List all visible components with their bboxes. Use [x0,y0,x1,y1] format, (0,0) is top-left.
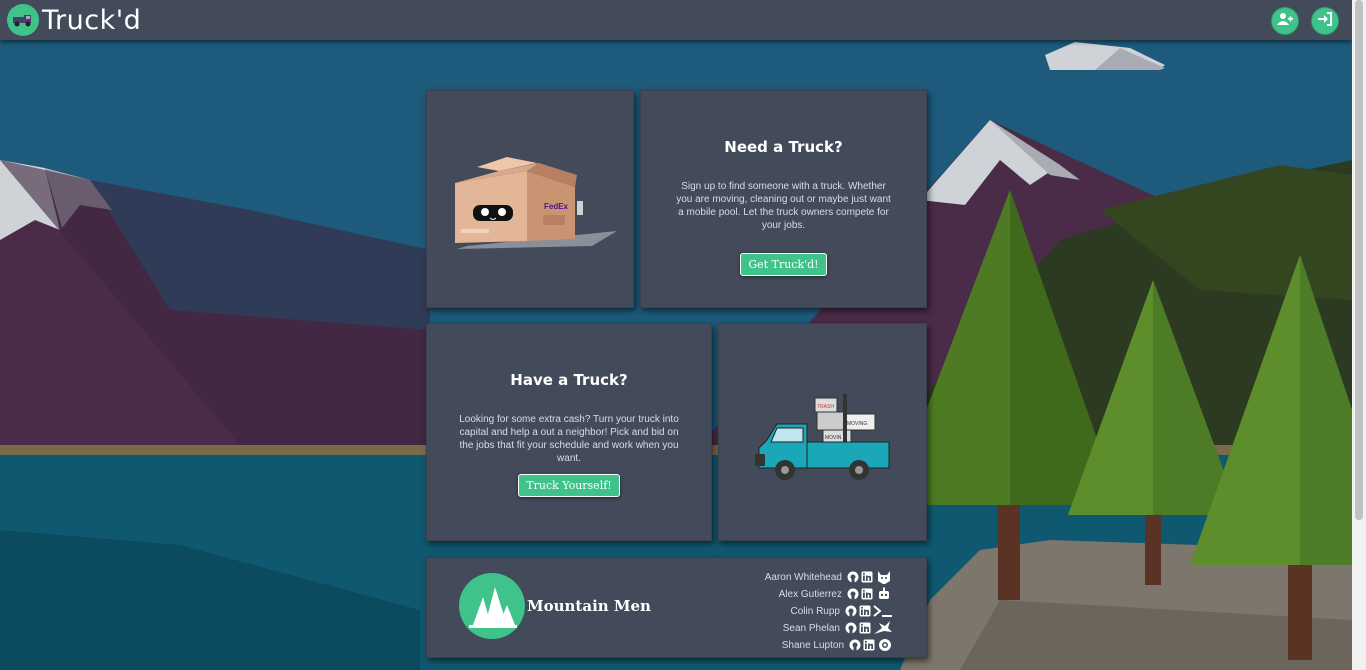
member-name: Aaron Whitehead [764,571,842,583]
linkedin-icon[interactable] [861,588,873,600]
team-member-list: Aaron Whitehead Alex Gutierrez Colin Rup… [727,569,893,654]
linkedin-icon[interactable] [859,605,871,617]
box-illustration-card: FedEx [426,90,634,308]
mountain-men-logo [459,573,525,639]
team-member-row: Shane Lupton [727,637,893,653]
login-button[interactable] [1311,7,1339,35]
github-icon[interactable] [847,588,859,600]
team-footer: Mountain Men Aaron Whitehead Alex Gutier… [426,557,927,658]
cardboard-box-illustration: FedEx [455,157,617,249]
team-member-row: Sean Phelan [727,620,893,636]
terminal-icon[interactable] [873,605,893,617]
truck-box-label-moving: MOVING [847,421,867,427]
bird-icon[interactable] [873,621,893,634]
github-icon[interactable] [849,639,861,651]
linkedin-icon[interactable] [861,571,873,583]
github-icon[interactable] [845,605,857,617]
cat-icon[interactable] [875,571,893,584]
user-plus-icon [1277,12,1293,31]
camera-icon[interactable] [877,639,893,651]
member-name: Alex Gutierrez [778,588,842,600]
need-truck-description: Sign up to find someone with a truck. Wh… [676,181,891,231]
robot-icon[interactable] [875,587,893,600]
pickup-truck-illustration: TRASH MOVING MOVIN [755,394,890,480]
have-truck-card: Have a Truck? Looking for some extra cas… [426,323,712,541]
brand-name: Truck'd [42,4,142,36]
fedex-label: FedEx [544,202,569,211]
linkedin-icon[interactable] [859,622,871,634]
linkedin-icon[interactable] [863,639,875,651]
github-icon[interactable] [847,571,859,583]
have-truck-description: Looking for some extra cash? Turn your t… [459,414,679,464]
sign-in-icon [1317,11,1333,31]
get-truckd-button[interactable]: Get Truck'd! [740,253,827,276]
team-member-row: Colin Rupp [727,603,893,619]
need-truck-card: Need a Truck? Sign up to find someone wi… [640,90,927,308]
signup-button[interactable] [1271,7,1299,35]
truck-yourself-button[interactable]: Truck Yourself! [518,474,620,497]
team-name: Mountain Men [527,597,651,615]
team-member-row: Aaron Whitehead [727,569,893,585]
member-name: Sean Phelan [782,622,840,634]
have-truck-title: Have a Truck? [510,371,628,389]
truck-logo-icon [7,4,39,36]
truck-box-label-movin: MOVIN [825,435,842,441]
member-name: Colin Rupp [790,605,840,617]
team-member-row: Alex Gutierrez [727,586,893,602]
page-scrollbar[interactable] [1352,0,1366,670]
github-icon[interactable] [845,622,857,634]
navbar: Truck'd [0,0,1352,40]
brand-home-link[interactable]: Truck'd [7,4,141,36]
truck-illustration-card: TRASH MOVING MOVIN [718,323,927,541]
truck-box-label-trash: TRASH [817,404,834,410]
scrollbar-thumb[interactable] [1355,0,1363,520]
need-truck-title: Need a Truck? [724,138,843,156]
member-name: Shane Lupton [781,639,844,651]
